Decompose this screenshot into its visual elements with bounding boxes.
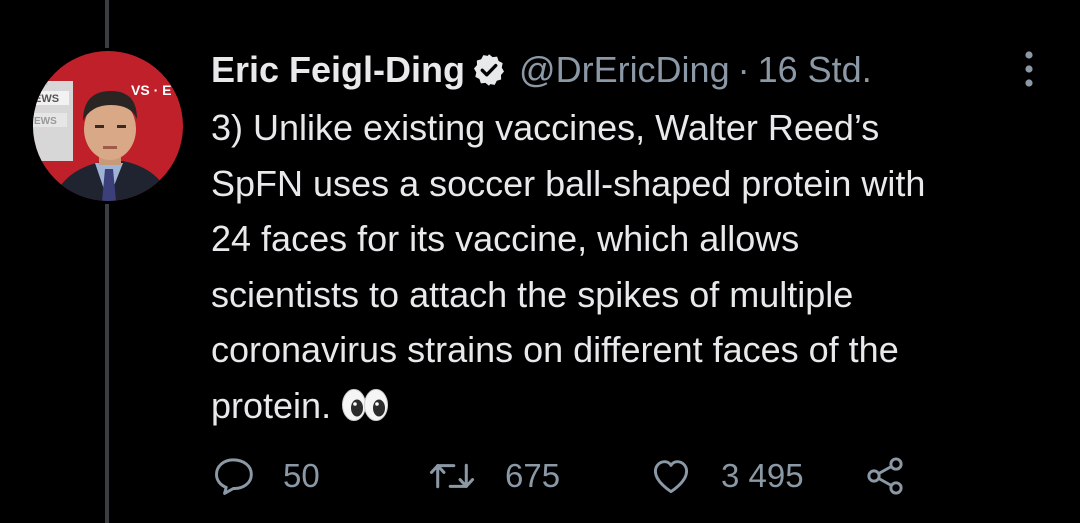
eyes-emoji-icon (341, 382, 389, 421)
avatar[interactable]: EWS EWS RE VS · E (33, 51, 183, 201)
share-button[interactable] (863, 450, 907, 502)
tweet-text: 3) Unlike existing vaccines, Walter Reed… (211, 100, 1041, 433)
reply-button[interactable]: 50 (211, 450, 320, 502)
thread-line-top (105, 0, 109, 48)
tweet[interactable]: Eric Feigl-Ding @DrEricDing · 16 Std. 3)… (211, 40, 1071, 433)
separator-dot: · (737, 49, 750, 90)
retweet-count: 675 (505, 457, 561, 494)
avatar-backdrop-text: EWS (34, 93, 59, 105)
avatar-backdrop-text: EWS (34, 116, 57, 127)
tweet-header: Eric Feigl-Ding @DrEricDing · 16 Std. (211, 40, 1071, 100)
author-name[interactable]: Eric Feigl-Ding (211, 49, 465, 91)
verified-badge-icon (471, 52, 507, 88)
reply-icon (215, 458, 253, 495)
author-handle[interactable]: @DrEricDing (519, 49, 730, 91)
like-button[interactable]: 3 495 (649, 450, 804, 502)
heart-icon (653, 460, 689, 494)
timestamp[interactable]: 16 Std. (758, 49, 872, 91)
retweet-button[interactable]: 675 (427, 450, 560, 502)
reply-count: 50 (283, 457, 320, 494)
share-icon (867, 457, 903, 495)
avatar-image: EWS EWS RE VS · E (33, 51, 183, 201)
more-options-icon[interactable] (1024, 50, 1034, 88)
tweet-body: 3) Unlike existing vaccines, Walter Reed… (211, 107, 926, 426)
thread-line-bottom (105, 204, 109, 523)
tweet-actions: 50 675 3 495 (211, 450, 931, 502)
like-count: 3 495 (721, 457, 804, 494)
retweet-icon (429, 463, 475, 489)
avatar-backdrop-text: RE (34, 77, 48, 88)
avatar-backdrop-text: VS · E (131, 82, 171, 98)
